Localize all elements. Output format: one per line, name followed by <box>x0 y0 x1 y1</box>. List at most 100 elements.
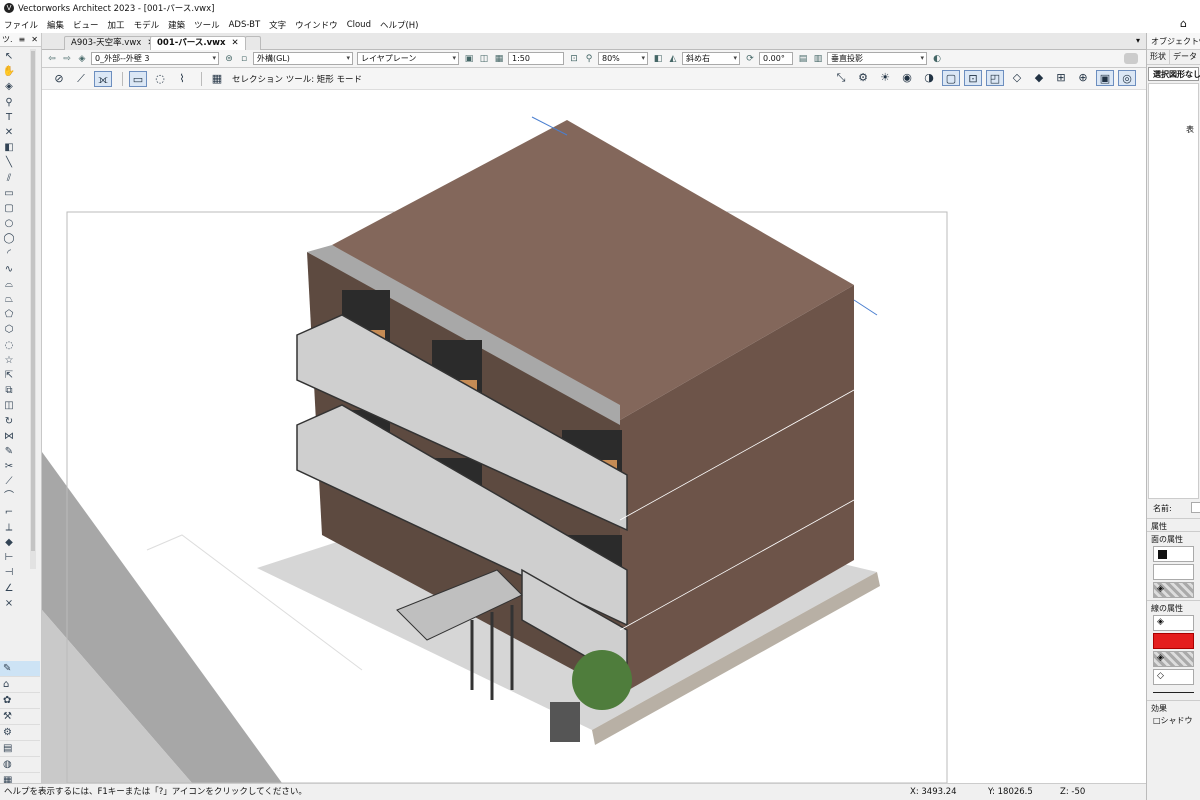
regular-polygon-tool-icon[interactable]: ⬡ <box>2 322 16 337</box>
locus-tool-icon[interactable]: ✕ <box>2 125 16 140</box>
contrast-icon[interactable]: ◑ <box>920 70 938 86</box>
line-color-swatch[interactable] <box>1153 633 1194 649</box>
snap-object-icon[interactable]: ⊡ <box>964 70 982 86</box>
rotate-plan-icon[interactable]: ⟳ <box>744 53 756 65</box>
menu-text[interactable]: 文字 <box>269 19 286 31</box>
menu-help[interactable]: ヘルプ(H) <box>380 19 419 31</box>
architect-toolset-icon[interactable]: ⌂ <box>0 677 40 693</box>
tab-close-icon[interactable]: ✕ <box>231 38 238 48</box>
arc-tool-icon[interactable]: ◜ <box>2 246 16 261</box>
snap-surface-icon[interactable]: ⊕ <box>1074 70 1092 86</box>
spiral-tool-icon[interactable]: ◌ <box>2 338 16 353</box>
measure-tool-icon[interactable]: ⨯ <box>2 596 16 611</box>
fit-window-icon[interactable]: ⊡ <box>568 53 580 65</box>
zoom-icon[interactable]: ⚲ <box>583 53 595 65</box>
eyedropper-tool-icon[interactable]: ✎ <box>2 444 16 459</box>
circle-tool-icon[interactable]: ○ <box>2 216 16 231</box>
projection-list-icon[interactable]: ▥ <box>812 53 824 65</box>
home-icon[interactable]: ⌂ <box>1180 18 1194 30</box>
polygon-mode-icon[interactable]: ⌇ <box>173 71 191 87</box>
viewbar-toggle[interactable] <box>1124 53 1138 64</box>
menu-modify[interactable]: 加工 <box>108 19 125 31</box>
constrained-dim-icon[interactable]: ⊣ <box>2 565 16 580</box>
menu-window[interactable]: ウインドウ <box>295 19 338 31</box>
layer-visibility-icon[interactable]: ◫ <box>478 53 490 65</box>
flyover-tool-icon[interactable]: ◈ <box>2 79 16 94</box>
active-layer-dropdown[interactable]: 外構(GL) <box>253 52 353 65</box>
polygon-tool-icon[interactable]: ⏢ <box>2 292 16 307</box>
multi-object-mode-icon[interactable]: ⟗ <box>94 70 112 87</box>
dims-toolset-icon[interactable]: ⚙ <box>0 725 40 741</box>
menu-tools[interactable]: ツール <box>194 19 220 31</box>
scale-icon[interactable]: ▦ <box>493 53 505 65</box>
tabs-menu-icon[interactable]: ▾ <box>1136 36 1140 45</box>
snap-distance-icon[interactable]: ◇ <box>1008 70 1026 86</box>
class-options-icon[interactable]: ⊜ <box>223 53 235 65</box>
scale-field[interactable]: 1:50 <box>508 52 564 65</box>
class-icon[interactable]: ◈ <box>76 53 88 65</box>
clip-tool-icon[interactable]: ◫ <box>2 398 16 413</box>
lighting-mode-icon[interactable]: ☀ <box>876 70 894 86</box>
menu-view[interactable]: ビュー <box>73 19 99 31</box>
angular-dim-icon[interactable]: ∠ <box>2 581 16 596</box>
snap-smart-icon[interactable]: ◆ <box>1030 70 1048 86</box>
menu-edit[interactable]: 編集 <box>47 19 64 31</box>
visualization-toolset-icon[interactable]: ▤ <box>0 741 40 757</box>
freehand-tool-icon[interactable]: ∿ <box>2 262 16 277</box>
render-mode-icon[interactable]: ▣ <box>463 53 475 65</box>
mirror-tool-icon[interactable]: ⋈ <box>2 429 16 444</box>
menu-architect[interactable]: 建築 <box>168 19 185 31</box>
3d-view-icon[interactable]: ◭ <box>667 53 679 65</box>
line-pattern[interactable]: ◈ <box>1153 651 1194 667</box>
line-weight-dropdown[interactable]: ◇ <box>1153 669 1194 685</box>
active-class-dropdown[interactable]: 0_外部--外壁 3 <box>91 52 219 65</box>
shadow-checkbox[interactable]: □シャドウ <box>1147 713 1200 728</box>
camera-icon[interactable]: ◉ <box>898 70 916 86</box>
view-dropdown[interactable]: 斜め右 <box>682 52 740 65</box>
layer-icon[interactable]: ▫ <box>238 53 250 65</box>
polyline-tool-icon[interactable]: ⌓ <box>2 277 16 292</box>
back-arrow-icon[interactable]: ⇦ <box>46 53 58 65</box>
zoom-dropdown[interactable]: 80% <box>598 52 648 65</box>
offset-tool-icon[interactable]: ⧉ <box>2 383 16 398</box>
menu-ads-bt[interactable]: ADS-BT <box>229 20 261 30</box>
new-tab-button[interactable] <box>245 36 261 50</box>
menu-model[interactable]: モデル <box>134 19 160 31</box>
fill-style-dropdown[interactable] <box>1153 546 1194 562</box>
selection-tool-icon[interactable]: ↖ <box>2 49 16 64</box>
tab-shape[interactable]: 形状 <box>1147 50 1170 64</box>
name-field[interactable] <box>1191 502 1200 513</box>
snap-tangent-icon[interactable]: ⊞ <box>1052 70 1070 86</box>
fillet-tool-icon[interactable]: ⌒ <box>2 489 16 504</box>
tab-data[interactable]: データ <box>1170 50 1200 64</box>
flyover-mode-icon[interactable]: ⤡ <box>832 70 850 86</box>
star-tool-icon[interactable]: ☆ <box>2 353 16 368</box>
angle-field[interactable]: 0.00° <box>759 52 793 65</box>
detail-toolset-icon[interactable]: ⚒ <box>0 709 40 725</box>
snap-loci-icon[interactable]: ◎ <box>1118 70 1136 86</box>
tab-001[interactable]: 001-パース.vwx ✕ <box>150 36 246 50</box>
view-options-icon[interactable]: ◧ <box>652 53 664 65</box>
line-tool-icon[interactable]: ╲ <box>2 155 16 170</box>
split-tool-icon[interactable]: ✂ <box>2 459 16 474</box>
projection-dropdown[interactable]: 垂直投影 <box>827 52 927 65</box>
single-object-mode-icon[interactable]: ⟋ <box>72 71 90 87</box>
disable-interactive-icon[interactable]: ⊘ <box>50 71 68 87</box>
double-line-tool-icon[interactable]: ⫽ <box>2 171 16 186</box>
lighting-icon[interactable]: ◐ <box>931 53 943 65</box>
rotate-tool-icon[interactable]: ↻ <box>2 414 16 429</box>
tab-a903[interactable]: A903-天空率.vwx✕ <box>64 36 162 50</box>
palette-close-icon[interactable]: ✕ <box>31 35 38 44</box>
settings-gear-icon[interactable]: ⚙ <box>854 70 872 86</box>
chamfer-tool-icon[interactable]: ⌐ <box>2 505 16 520</box>
projection-icon[interactable]: ▤ <box>797 53 809 65</box>
forward-arrow-icon[interactable]: ⇨ <box>61 53 73 65</box>
snap-edge-icon[interactable]: ▣ <box>1096 70 1114 86</box>
drawing-canvas[interactable] <box>42 90 1146 783</box>
attribute-mapping-icon[interactable]: ◆ <box>2 535 16 550</box>
reshape-tool-icon[interactable]: ⇱ <box>2 368 16 383</box>
palette-menu-icon[interactable]: ≡ <box>19 35 26 44</box>
zoom-tool-icon[interactable]: ⚲ <box>2 95 16 110</box>
double-polygon-tool-icon[interactable]: ⬠ <box>2 307 16 322</box>
menu-file[interactable]: ファイル <box>4 19 38 31</box>
